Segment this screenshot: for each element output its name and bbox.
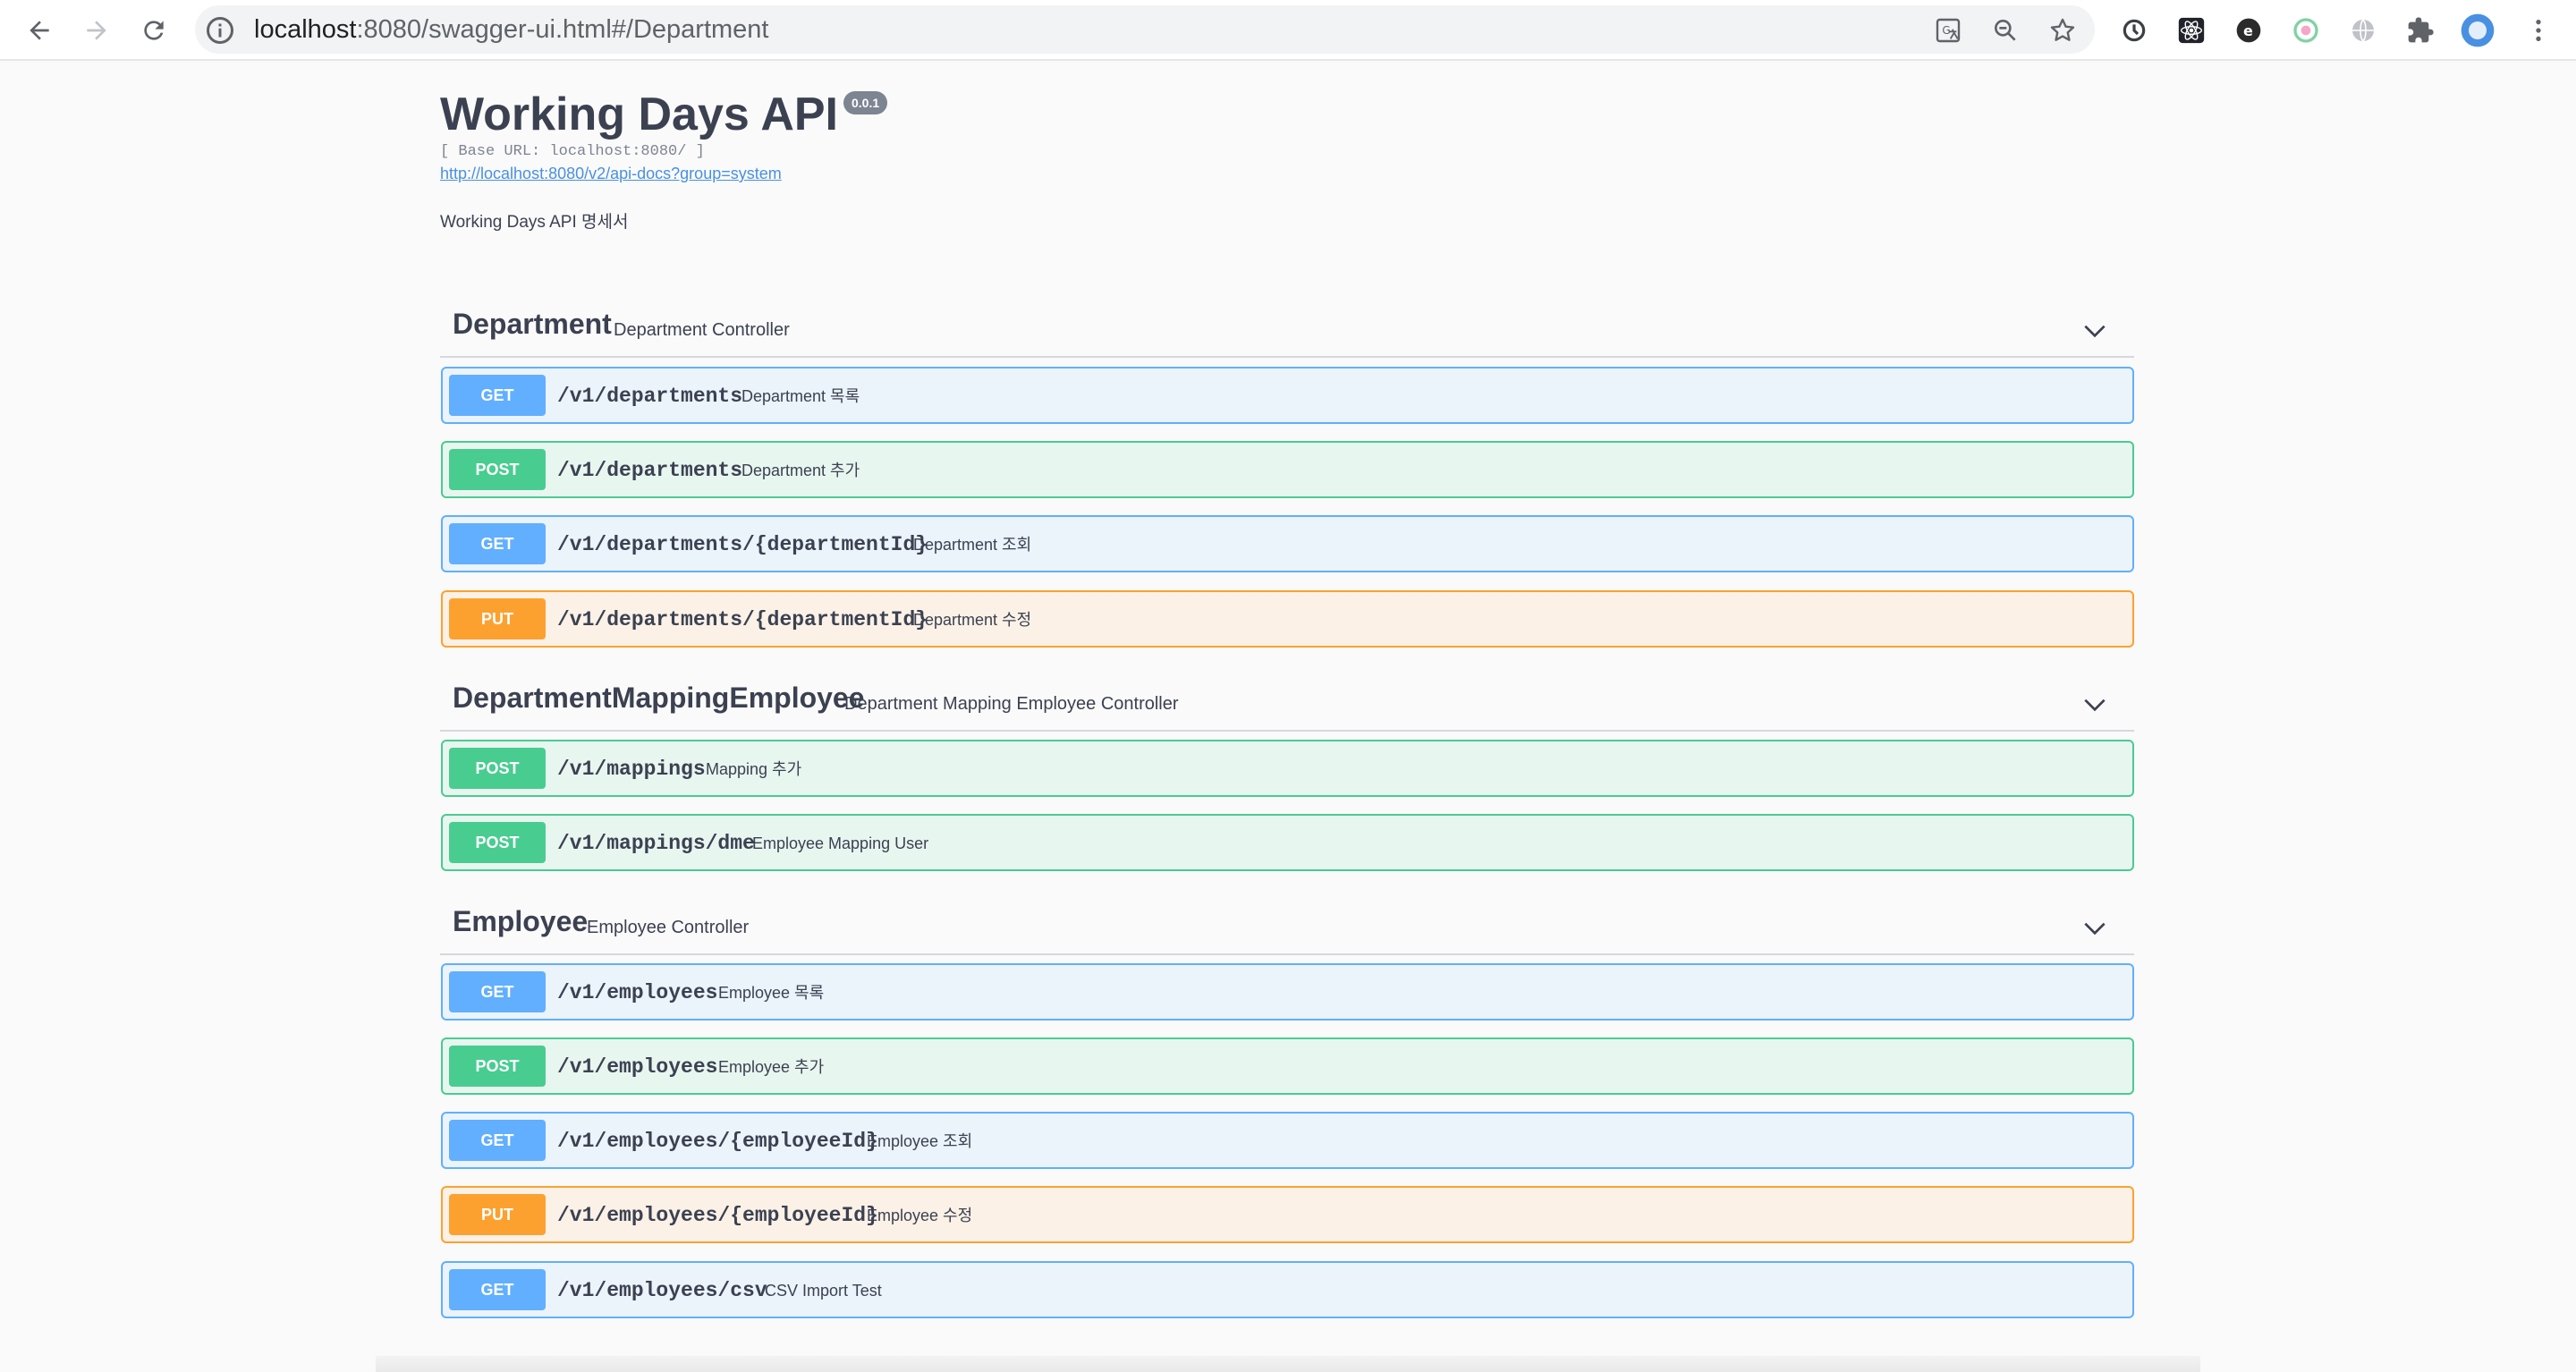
api-description: Working Days API 명세서: [440, 213, 629, 232]
method-badge: GET: [449, 375, 546, 416]
tag-name: Department: [453, 308, 612, 340]
tag-description: Department Mapping Employee Controller: [844, 694, 1179, 714]
back-arrow-icon[interactable]: [20, 11, 59, 50]
puzzle-extensions-icon[interactable]: [2402, 13, 2438, 48]
extension-e-icon[interactable]: e: [2231, 13, 2267, 48]
operation-path: /v1/departments: [557, 385, 743, 408]
operation-summary: Employee 수정: [867, 1207, 973, 1224]
api-title: Working Days API: [440, 89, 838, 140]
reload-icon[interactable]: [134, 11, 174, 50]
profile-avatar-icon[interactable]: [2460, 13, 2496, 48]
method-badge: GET: [449, 523, 546, 564]
translate-icon[interactable]: G: [1930, 13, 1966, 48]
more-menu-icon[interactable]: [2521, 13, 2556, 48]
version-badge: 0.0.1: [843, 91, 888, 114]
operation-path: /v1/employees/{employeeId}: [557, 1204, 878, 1227]
operation-summary: Department 추가: [741, 462, 860, 479]
operation-get-employee-by-id[interactable]: GET /v1/employees/{employeeId} Employee …: [441, 1112, 2134, 1169]
operation-get-department-by-id[interactable]: GET /v1/departments/{departmentId} Depar…: [441, 515, 2134, 572]
operation-summary: Mapping 추가: [706, 760, 802, 778]
chevron-down-icon[interactable]: [2080, 690, 2109, 719]
tag-employee-header[interactable]: Employee Employee Controller: [440, 891, 2134, 955]
chevron-down-icon[interactable]: [2080, 914, 2109, 943]
operation-summary: Employee 추가: [718, 1058, 825, 1076]
extension-sync-icon[interactable]: [2116, 13, 2152, 48]
method-badge: PUT: [449, 1194, 546, 1235]
operation-summary: CSV Import Test: [765, 1282, 882, 1300]
url-text[interactable]: localhost:8080/swagger-ui.html#/Departme…: [254, 12, 768, 47]
method-badge: PUT: [449, 598, 546, 639]
svg-text:e: e: [2243, 22, 2253, 39]
method-badge: GET: [449, 1120, 546, 1161]
operation-put-employee-by-id[interactable]: PUT /v1/employees/{employeeId} Employee …: [441, 1186, 2134, 1243]
bookmark-star-icon[interactable]: [2045, 13, 2080, 48]
operation-post-departments[interactable]: POST /v1/departments Department 추가: [441, 441, 2134, 498]
operation-path: /v1/mappings: [557, 758, 706, 781]
tag-department-mapping-employee-header[interactable]: DepartmentMappingEmployee Department Map…: [440, 667, 2134, 732]
tag-department-header[interactable]: Department Department Controller: [440, 293, 2134, 358]
method-badge: GET: [449, 1269, 546, 1310]
page-bottom-shadow: [376, 1356, 2200, 1372]
method-badge: POST: [449, 748, 546, 789]
operation-put-department-by-id[interactable]: PUT /v1/departments/{departmentId} Depar…: [441, 590, 2134, 648]
operation-summary: Employee 목록: [718, 984, 825, 1002]
operation-get-employees[interactable]: GET /v1/employees Employee 목록: [441, 963, 2134, 1021]
method-badge: POST: [449, 449, 546, 490]
operation-path: /v1/departments: [557, 459, 743, 482]
operation-summary: Employee Mapping User: [752, 834, 929, 852]
api-docs-link[interactable]: http://localhost:8080/v2/api-docs?group=…: [440, 165, 782, 183]
tag-name: Employee: [453, 905, 589, 937]
tag-description: Department Controller: [614, 320, 790, 340]
extension-react-devtools-icon[interactable]: [2174, 13, 2209, 48]
tag-name: DepartmentMappingEmployee: [453, 682, 865, 714]
browser-toolbar: localhost:8080/swagger-ui.html#/Departme…: [0, 0, 2576, 61]
operation-summary: Employee 조회: [867, 1132, 973, 1150]
operation-path: /v1/employees/csv: [557, 1279, 767, 1302]
chevron-down-icon[interactable]: [2080, 317, 2109, 345]
extension-colorful-icon[interactable]: [2288, 13, 2324, 48]
method-badge: GET: [449, 971, 546, 1012]
operation-path: /v1/departments/{departmentId}: [557, 608, 928, 631]
operation-summary: Department 수정: [913, 611, 1032, 629]
operation-path: /v1/departments/{departmentId}: [557, 533, 928, 556]
operation-summary: Department 조회: [913, 536, 1032, 554]
operation-path: /v1/employees: [557, 981, 718, 1004]
extension-globe-icon[interactable]: [2345, 13, 2381, 48]
forward-arrow-icon[interactable]: [77, 11, 116, 50]
url-path: :8080/swagger-ui.html#/Department: [356, 15, 769, 44]
operation-path: /v1/employees: [557, 1055, 718, 1079]
operation-summary: Department 목록: [741, 387, 860, 405]
operation-get-departments[interactable]: GET /v1/departments Department 목록: [441, 367, 2134, 424]
url-host: localhost: [254, 15, 357, 44]
operation-post-mappings-dme[interactable]: POST /v1/mappings/dme Employee Mapping U…: [441, 814, 2134, 871]
operation-post-employees[interactable]: POST /v1/employees Employee 추가: [441, 1037, 2134, 1095]
operation-path: /v1/employees/{employeeId}: [557, 1130, 878, 1153]
tag-description: Employee Controller: [587, 918, 750, 937]
svg-text:G: G: [1942, 24, 1950, 37]
method-badge: POST: [449, 822, 546, 863]
zoom-out-icon[interactable]: [1987, 13, 2023, 48]
method-badge: POST: [449, 1046, 546, 1087]
api-info: Working Days API 0.0.1 [ Base URL: localh…: [440, 82, 2136, 232]
operation-path: /v1/mappings/dme: [557, 832, 755, 855]
operation-get-employees-csv[interactable]: GET /v1/employees/csv CSV Import Test: [441, 1261, 2134, 1318]
base-url: [ Base URL: localhost:8080/ ]: [440, 143, 705, 160]
operation-post-mappings[interactable]: POST /v1/mappings Mapping 추가: [441, 740, 2134, 797]
site-info-icon[interactable]: [204, 14, 236, 47]
